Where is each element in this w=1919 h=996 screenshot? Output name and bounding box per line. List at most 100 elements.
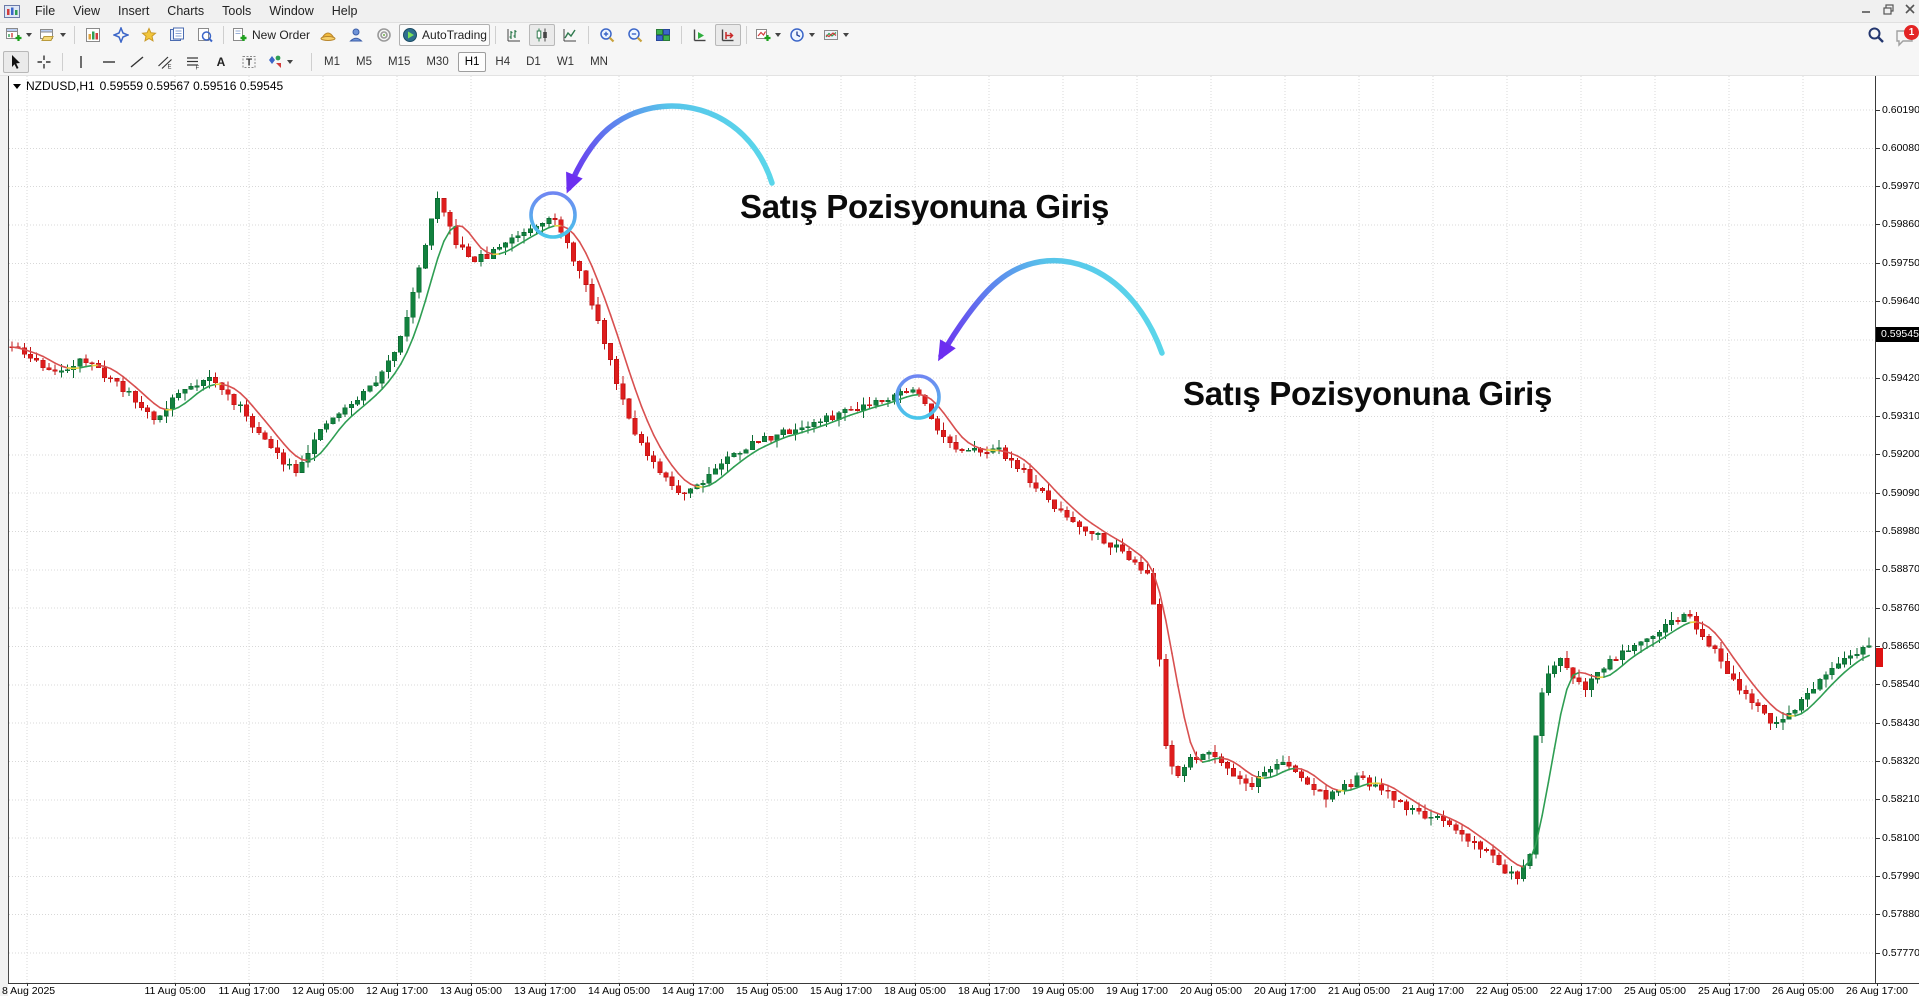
- new-order-button[interactable]: New Order: [229, 24, 313, 46]
- fibonacci-tool-button[interactable]: F: [180, 51, 206, 73]
- time-axis[interactable]: 8 Aug 202511 Aug 05:0011 Aug 17:0012 Aug…: [8, 983, 1919, 996]
- minimize-button[interactable]: [1859, 2, 1873, 16]
- ma-segment: [1456, 821, 1462, 824]
- cursor-tool-button[interactable]: [3, 51, 29, 73]
- price-axis[interactable]: 0.601900.600800.599700.598600.597500.596…: [1875, 76, 1919, 983]
- notifications-button[interactable]: 1: [1895, 29, 1915, 47]
- tester-play-button[interactable]: [687, 24, 713, 46]
- timeframe-m15-button[interactable]: M15: [381, 52, 417, 72]
- menu-item-tools[interactable]: Tools: [213, 2, 260, 20]
- menu-item-window[interactable]: Window: [260, 2, 322, 20]
- search-button[interactable]: [1867, 26, 1885, 49]
- ma-segment: [432, 258, 438, 279]
- timeframe-m1-button[interactable]: M1: [317, 52, 347, 72]
- candle-body: [750, 441, 754, 449]
- restore-button[interactable]: [1881, 2, 1895, 16]
- timeframe-h4-button[interactable]: H4: [488, 52, 517, 72]
- ma-segment: [746, 453, 752, 457]
- profiles-button[interactable]: [37, 24, 69, 46]
- zoom-out-button[interactable]: [622, 24, 648, 46]
- fibonacci-icon: F: [185, 54, 201, 70]
- candlestick-mode-button[interactable]: [529, 24, 555, 46]
- favorites-button[interactable]: [136, 24, 162, 46]
- ma-segment: [1659, 636, 1665, 640]
- timeframe-m30-button[interactable]: M30: [419, 52, 455, 72]
- candle-body: [1768, 713, 1772, 723]
- periods-button[interactable]: [786, 24, 818, 46]
- candle-body: [1793, 710, 1797, 713]
- ma-segment: [808, 429, 814, 431]
- candle-body: [1324, 790, 1328, 799]
- horizontal-line-icon: [101, 54, 117, 70]
- timeframe-d1-button[interactable]: D1: [519, 52, 548, 72]
- chart-symbol-line: NZDUSD,H1 0.59559 0.59567 0.59516 0.5954…: [13, 79, 283, 93]
- ma-segment: [1795, 714, 1801, 716]
- label-tool-button[interactable]: T: [236, 51, 262, 73]
- candle-body: [355, 400, 359, 404]
- timeframe-w1-button[interactable]: W1: [550, 52, 581, 72]
- menu-item-help[interactable]: Help: [323, 2, 367, 20]
- shapes-tool-button[interactable]: [264, 51, 296, 73]
- candle-body: [479, 254, 483, 261]
- channel-tool-button[interactable]: E: [152, 51, 178, 73]
- ma-segment: [302, 460, 308, 461]
- menu-item-insert[interactable]: Insert: [109, 2, 158, 20]
- ma-segment: [1240, 766, 1246, 771]
- terminal-button[interactable]: [164, 24, 190, 46]
- ma-segment: [1462, 824, 1468, 828]
- horizontal-line-tool-button[interactable]: [96, 51, 122, 73]
- candle-body: [250, 416, 254, 427]
- time-tick: [989, 983, 990, 986]
- price-label: 0.58320: [1882, 756, 1919, 767]
- autotrading-button[interactable]: AutoTrading: [399, 24, 490, 46]
- timeframe-h1-button[interactable]: H1: [458, 52, 487, 72]
- close-button[interactable]: [1903, 2, 1917, 16]
- tester-step-button[interactable]: [715, 24, 741, 46]
- mt4-window: FileViewInsertChartsToolsWindowHelp: [0, 0, 1919, 996]
- ma-segment: [240, 393, 246, 399]
- bar-chart-mode-button[interactable]: [501, 24, 527, 46]
- time-tick: [1729, 983, 1730, 986]
- candle-body: [1608, 659, 1612, 669]
- ma-segment: [1777, 710, 1783, 714]
- text-tool-button[interactable]: A: [208, 51, 234, 73]
- timeframe-m5-button[interactable]: M5: [349, 52, 379, 72]
- autotrading-label: AutoTrading: [422, 28, 487, 42]
- ma-segment: [820, 424, 826, 426]
- market-watch-button[interactable]: [80, 24, 106, 46]
- menu-item-file[interactable]: File: [26, 2, 64, 20]
- ma-segment: [456, 226, 462, 227]
- publisher-button[interactable]: [343, 24, 369, 46]
- dropdown-caret: [287, 60, 293, 64]
- navigator-button[interactable]: [108, 24, 134, 46]
- ma-segment: [635, 389, 641, 406]
- metaeditor-button[interactable]: [192, 24, 218, 46]
- crosshair-tool-button[interactable]: [31, 51, 57, 73]
- candle-body: [1855, 654, 1859, 656]
- svg-text:E: E: [168, 64, 172, 70]
- tile-windows-icon: [655, 27, 671, 43]
- candle-body: [1157, 604, 1161, 659]
- ma-segment: [1302, 769, 1308, 772]
- new-chart-button[interactable]: [3, 24, 35, 46]
- timeframe-mn-button[interactable]: MN: [583, 52, 615, 72]
- candle-body: [577, 261, 581, 271]
- options-button[interactable]: [371, 24, 397, 46]
- ma-segment: [1672, 629, 1678, 633]
- ma-segment: [160, 408, 166, 410]
- candle-body: [1639, 642, 1643, 646]
- indicators-button[interactable]: [752, 24, 784, 46]
- time-label: 15 Aug 17:00: [810, 985, 872, 996]
- ma-segment: [734, 462, 740, 467]
- templates-button[interactable]: [820, 24, 852, 46]
- menu-item-view[interactable]: View: [64, 2, 109, 20]
- line-chart-mode-button[interactable]: [557, 24, 583, 46]
- vertical-line-tool-button[interactable]: [68, 51, 94, 73]
- entry-arrow-2: [941, 261, 1162, 356]
- zoom-in-button[interactable]: [594, 24, 620, 46]
- expert-advisors-button[interactable]: [315, 24, 341, 46]
- tile-windows-button[interactable]: [650, 24, 676, 46]
- trendline-tool-button[interactable]: [124, 51, 150, 73]
- menu-item-charts[interactable]: Charts: [158, 2, 213, 20]
- indicators-icon: [755, 27, 771, 43]
